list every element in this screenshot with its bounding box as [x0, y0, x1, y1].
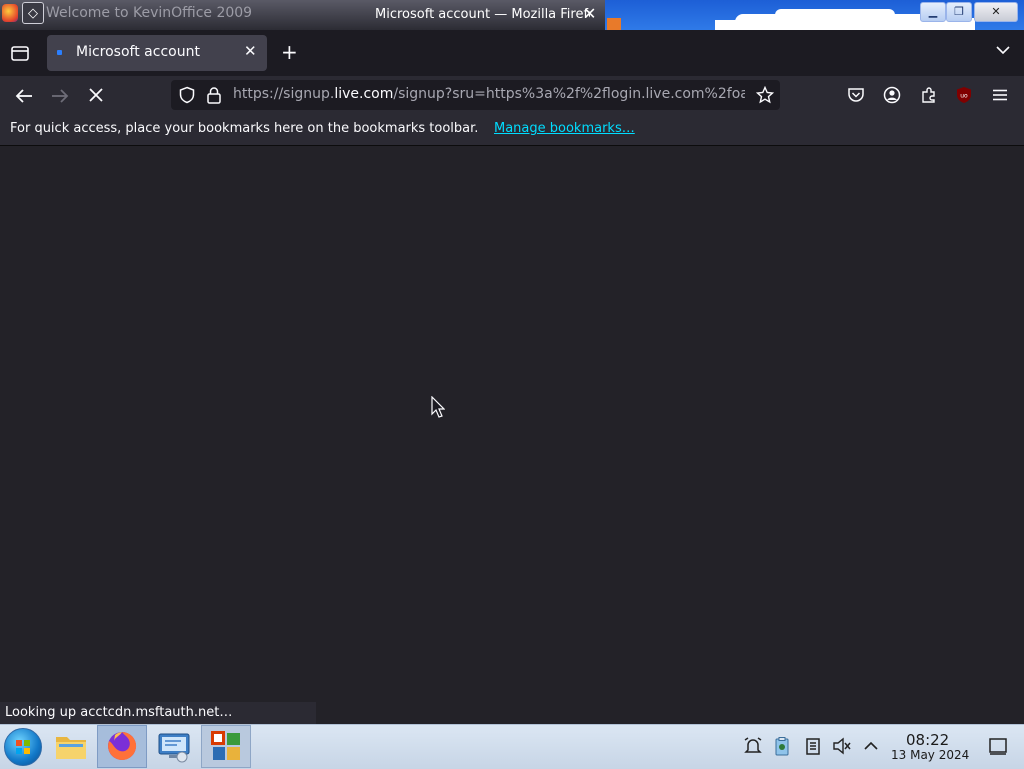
clock-time[interactable]: 08:22	[906, 731, 949, 749]
show-desktop-icon[interactable]	[988, 736, 1008, 756]
bookmarks-hint-text: For quick access, place your bookmarks h…	[10, 121, 479, 136]
firefox-icon[interactable]	[105, 729, 139, 763]
page-content[interactable]	[0, 146, 1024, 724]
manage-bookmarks-link[interactable]: Manage bookmarks…	[494, 121, 635, 136]
back-arrow-icon[interactable]	[14, 87, 34, 105]
chevron-down-icon[interactable]	[996, 44, 1010, 58]
start-orb-icon[interactable]	[4, 728, 42, 766]
background-window-title: Welcome to KevinOffice 2009	[46, 5, 253, 21]
cursor-icon	[431, 396, 445, 418]
menu-icon[interactable]	[991, 86, 1009, 104]
svg-text:uo: uo	[960, 93, 968, 100]
star-icon[interactable]	[756, 86, 774, 104]
pin-window-icon[interactable]: ◇	[22, 2, 44, 24]
file-manager-icon[interactable]	[54, 729, 88, 763]
url-text[interactable]: https://signup.live.com/signup?sru=https…	[233, 86, 745, 102]
status-text: Looking up acctcdn.msftauth.net…	[5, 705, 233, 720]
stop-icon[interactable]	[88, 87, 104, 103]
network-icon[interactable]	[803, 736, 823, 756]
loading-favicon-icon	[57, 50, 62, 55]
close-button[interactable]: ✕	[974, 2, 1018, 22]
tab-label: Microsoft account	[76, 44, 200, 60]
chevron-up-icon[interactable]	[861, 736, 881, 756]
pocket-icon[interactable]	[847, 86, 865, 104]
lock-icon[interactable]	[206, 86, 222, 104]
forward-arrow-icon[interactable]	[50, 87, 70, 105]
shield-icon[interactable]	[178, 86, 196, 104]
minimize-button[interactable]: ▁	[920, 2, 946, 22]
remote-desktop-icon[interactable]	[157, 731, 191, 763]
muted-volume-icon[interactable]	[832, 736, 852, 756]
office-icon[interactable]	[209, 729, 243, 763]
firefox-icon[interactable]	[2, 4, 18, 22]
ublock-icon[interactable]: uo	[955, 86, 973, 104]
account-icon[interactable]	[883, 86, 901, 104]
clipboard-icon[interactable]	[772, 736, 792, 756]
maximize-button[interactable]: ❐	[946, 2, 972, 22]
tab-list-icon[interactable]	[10, 43, 30, 63]
close-window-icon[interactable]: ✕	[583, 4, 596, 23]
alarm-icon[interactable]	[743, 736, 763, 756]
clock-date[interactable]: 13 May 2024	[891, 748, 969, 762]
window-title: Microsoft account — Mozilla Firefox	[375, 7, 590, 22]
new-tab-button[interactable]: +	[281, 40, 298, 64]
tab-close-icon[interactable]: ✕	[244, 42, 257, 60]
extensions-icon[interactable]	[920, 86, 938, 104]
